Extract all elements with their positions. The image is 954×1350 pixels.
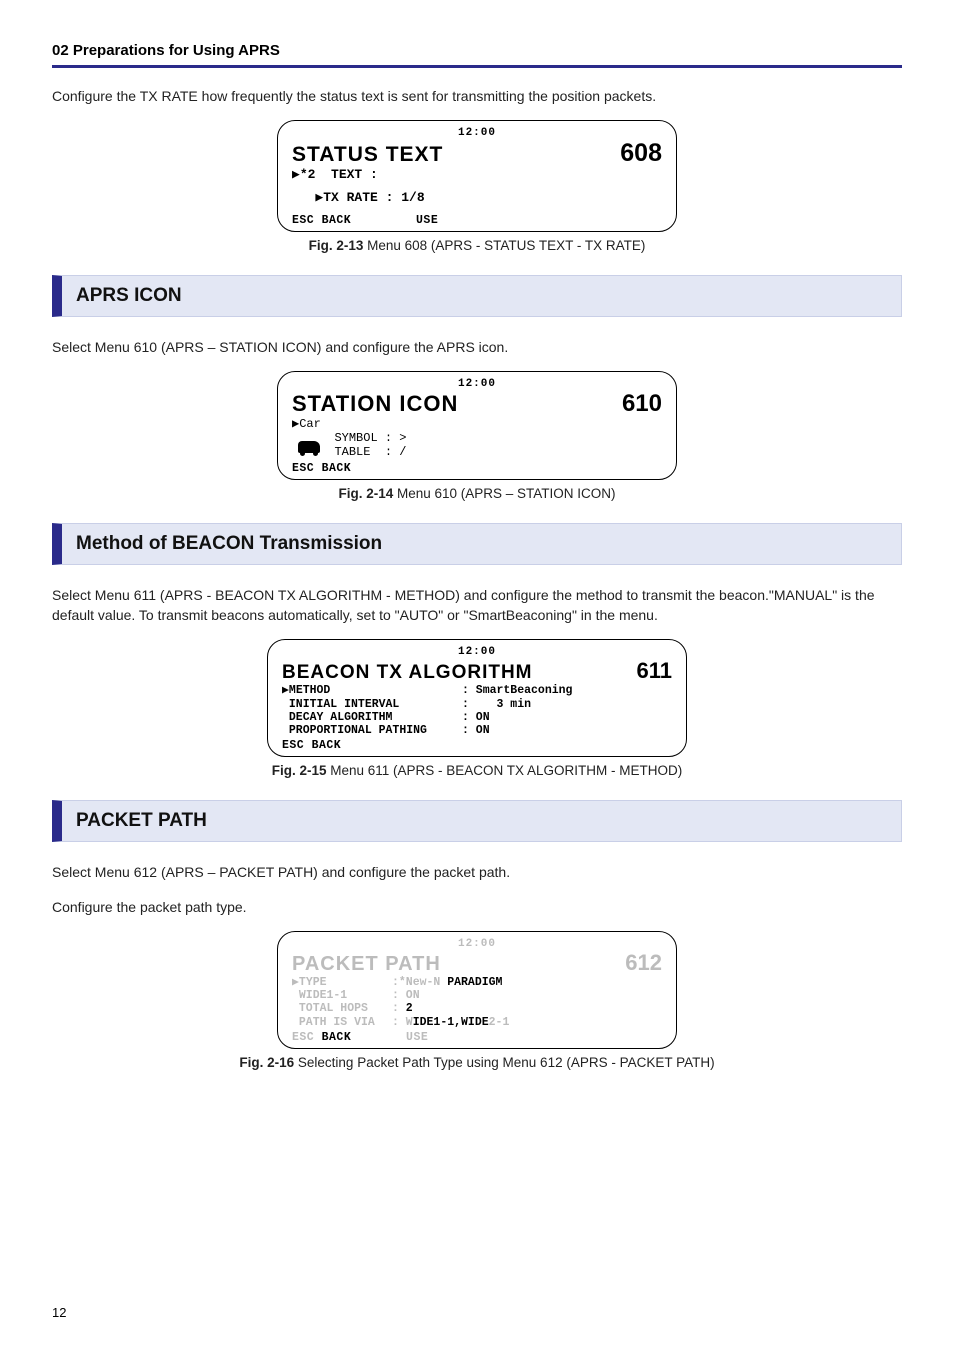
section-title: APRS ICON — [76, 285, 182, 306]
lcd-row: WIDE1-1: ON — [292, 989, 662, 1002]
intro-text-612a: Select Menu 612 (APRS – PACKET PATH) and… — [52, 862, 902, 882]
intro-text-612b: Configure the packet path type. — [52, 897, 902, 917]
lcd-row: ▶TYPE:*New-N PARADIGM — [292, 976, 662, 989]
lcd-row: DECAY ALGORITHM: ON — [282, 711, 672, 724]
lcd-softkeys: ESC BACK — [282, 739, 672, 752]
car-icon — [298, 441, 320, 453]
lcd-row: ▶METHOD: SmartBeaconing — [282, 684, 672, 697]
lcd-title: PACKET PATH — [292, 953, 441, 976]
caption-bold: Fig. 2-14 — [338, 486, 393, 501]
lcd-screen-611: 12:00 BEACON TX ALGORITHM 611 ▶METHOD: S… — [267, 639, 687, 757]
softkey-use: USE — [416, 214, 438, 227]
lcd-softkeys: ESC BACK — [292, 462, 662, 475]
lcd-screen-608: 12:00 STATUS TEXT 608 ▶*2 TEXT : ▶TX RAT… — [277, 120, 677, 232]
figure-caption-612: Fig. 2-16 Selecting Packet Path Type usi… — [52, 1055, 902, 1070]
section-bar-packet-path: PACKET PATH — [52, 800, 902, 842]
figure-caption-611: Fig. 2-15 Menu 611 (APRS - BEACON TX ALG… — [52, 763, 902, 778]
softkey-esc: ESC BACK — [292, 214, 351, 227]
lcd-clock: 12:00 — [292, 127, 662, 139]
caption-text: Selecting Packet Path Type using Menu 61… — [294, 1055, 714, 1070]
lcd-softkeys: ESC BACK USE — [292, 1031, 662, 1044]
lcd-title: STATION ICON — [292, 391, 458, 417]
softkey-esc: ESC BACK — [282, 739, 341, 752]
lcd-screen-612: 12:00 PACKET PATH 612 ▶TYPE:*New-N PARAD… — [277, 931, 677, 1049]
page-number: 12 — [52, 1305, 66, 1320]
caption-bold: Fig. 2-13 — [309, 238, 364, 253]
caption-bold: Fig. 2-15 — [272, 763, 327, 778]
lcd-row: TOTAL HOPS : 2 — [292, 1002, 662, 1015]
figure-caption-610: Fig. 2-14 Menu 610 (APRS – STATION ICON) — [52, 486, 902, 501]
section-title: PACKET PATH — [76, 810, 207, 831]
lcd-menu-number: 610 — [622, 390, 662, 418]
lcd-line: ▶TX RATE : 1/8 — [292, 191, 662, 206]
lcd-title: BEACON TX ALGORITHM — [282, 662, 533, 684]
softkey-esc-ghost: ESC — [292, 1031, 322, 1044]
caption-bold: Fig. 2-16 — [239, 1055, 294, 1070]
lcd-menu-number: 608 — [620, 139, 662, 168]
page-header: 02 Preparations for Using APRS — [52, 42, 902, 68]
section-bar-beacon: Method of BEACON Transmission — [52, 523, 902, 565]
lcd-clock: 12:00 — [292, 938, 662, 950]
lcd-row: INITIAL INTERVAL: 3 min — [282, 698, 672, 711]
lcd-row: PROPORTIONAL PATHING: ON — [282, 724, 672, 737]
section-title: Method of BEACON Transmission — [76, 533, 382, 554]
lcd-menu-number: 611 — [637, 658, 673, 684]
lcd-title: STATUS TEXT — [292, 143, 443, 167]
lcd-screen-610: 12:00 STATION ICON 610 ▶Car SYMBOL : > T… — [277, 371, 677, 479]
intro-text-608: Configure the TX RATE how frequently the… — [52, 86, 902, 106]
lcd-symbol-table: SYMBOL : > TABLE : / — [334, 432, 406, 460]
section-bar-aprs-icon: APRS ICON — [52, 275, 902, 317]
caption-text: Menu 608 (APRS - STATUS TEXT - TX RATE) — [363, 238, 645, 253]
lcd-clock: 12:00 — [292, 378, 662, 390]
lcd-softkeys: ESC BACK USE — [292, 214, 662, 227]
figure-caption-608: Fig. 2-13 Menu 608 (APRS - STATUS TEXT -… — [52, 238, 902, 253]
lcd-line: ▶*2 TEXT : — [292, 168, 662, 183]
caption-text: Menu 611 (APRS - BEACON TX ALGORITHM - M… — [326, 763, 682, 778]
intro-text-611: Select Menu 611 (APRS - BEACON TX ALGORI… — [52, 585, 902, 626]
lcd-clock: 12:00 — [282, 646, 672, 658]
lcd-menu-number: 612 — [625, 950, 662, 976]
lcd-line: ▶Car — [292, 418, 662, 432]
softkey-esc: ESC BACK — [292, 462, 351, 475]
caption-text: Menu 610 (APRS – STATION ICON) — [393, 486, 615, 501]
lcd-row: PATH IS VIA: WIDE1-1,WIDE2-1 — [292, 1016, 662, 1029]
intro-text-610: Select Menu 610 (APRS – STATION ICON) an… — [52, 337, 902, 357]
